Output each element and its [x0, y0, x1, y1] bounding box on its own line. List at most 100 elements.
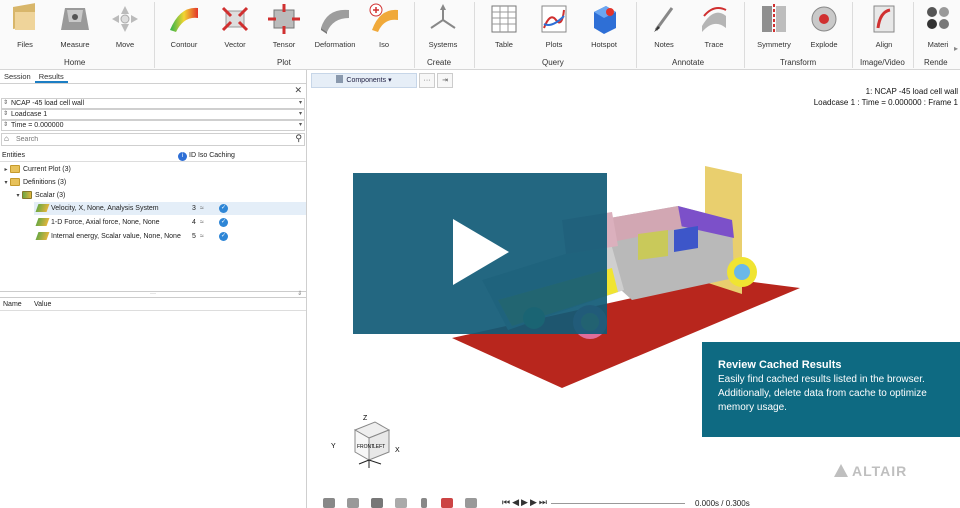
- close-icon[interactable]: ✕: [294, 85, 302, 96]
- filter-button[interactable]: ⇥: [437, 73, 453, 88]
- last-frame-icon[interactable]: ⏭: [539, 497, 549, 507]
- align-icon: [873, 5, 895, 33]
- iso-tool[interactable]: Iso: [366, 0, 402, 52]
- info-icon[interactable]: i: [178, 152, 187, 161]
- components-dropdown[interactable]: Components ▾: [311, 73, 417, 88]
- loadcase-select[interactable]: ⇕ Loadcase 1 ▾: [1, 109, 305, 120]
- result-row[interactable]: Velocity, X, None, Analysis System 3 ≈ ✓: [34, 202, 306, 215]
- group-query-label: Query: [542, 58, 564, 67]
- measure-tool[interactable]: Measure: [55, 0, 95, 52]
- probe-icon[interactable]: [421, 498, 427, 508]
- group-divider: [913, 2, 914, 68]
- section-icon[interactable]: [371, 498, 383, 508]
- result-id: 4: [192, 219, 196, 226]
- record-icon[interactable]: [441, 498, 453, 508]
- value-column: Value: [34, 301, 52, 308]
- chevron-down-icon[interactable]: ▾: [299, 121, 302, 130]
- result-row[interactable]: Internal energy, Scalar value, None, Non…: [34, 230, 306, 243]
- plots-tool[interactable]: Plots: [536, 0, 572, 52]
- table-tool[interactable]: Table: [486, 0, 522, 52]
- iso-icon[interactable]: ≈: [200, 202, 204, 215]
- search-icon[interactable]: ⚲: [295, 133, 302, 144]
- spinner-icon[interactable]: ⇕: [3, 99, 8, 108]
- time-select-value: Time = 0.000000: [11, 122, 64, 129]
- snapshot-icon[interactable]: [347, 498, 359, 508]
- align-tool[interactable]: Align: [866, 0, 902, 52]
- tree-current-plot[interactable]: ▸ Current Plot (3): [2, 163, 71, 176]
- components-icon: [336, 75, 344, 83]
- iso-icon: [369, 3, 398, 32]
- animation-icon[interactable]: [465, 498, 477, 508]
- files-tool[interactable]: Files: [10, 0, 40, 52]
- plots-icon: [541, 5, 567, 33]
- cached-check-icon[interactable]: ✓: [219, 204, 228, 213]
- iso-icon[interactable]: ≈: [200, 230, 204, 243]
- group-divider: [852, 2, 853, 68]
- more-options-button[interactable]: ···: [419, 73, 435, 88]
- result-row[interactable]: 1-D Force, Axial force, None, None 4 ≈ ✓: [34, 216, 306, 229]
- entities-column: Entities: [2, 152, 25, 159]
- iso-icon[interactable]: ≈: [200, 216, 204, 229]
- view-cube[interactable]: FRONT LEFT Z Y X: [327, 410, 417, 490]
- search-input[interactable]: [16, 135, 286, 144]
- model-select-value: NCAP -45 load cell wall: [11, 100, 85, 107]
- cached-check-icon[interactable]: ✓: [219, 218, 228, 227]
- group-create-label: Create: [427, 58, 452, 67]
- move-tool[interactable]: Move: [108, 0, 142, 52]
- explode-icon: [811, 6, 837, 32]
- chevron-down-icon[interactable]: ▾: [299, 99, 302, 108]
- panel-splitter[interactable]: ··· ⇓: [0, 291, 306, 298]
- display-icon[interactable]: [395, 498, 407, 508]
- contour-icon: [170, 7, 198, 32]
- graphics-viewport[interactable]: Components ▾ ··· ⇥ 1: NCAP -45 load cell…: [307, 70, 960, 508]
- spinner-icon[interactable]: ⇕: [3, 110, 8, 119]
- explode-tool[interactable]: Explode: [806, 0, 842, 52]
- group-divider: [636, 2, 637, 68]
- result-id: 3: [192, 205, 196, 212]
- next-frame-icon[interactable]: ▶: [530, 497, 539, 507]
- home-icon[interactable]: ⌂: [4, 134, 9, 143]
- tab-session[interactable]: Session: [0, 70, 35, 83]
- model-info: 1: NCAP -45 load cell wall Loadcase 1 : …: [814, 86, 958, 108]
- tensor-icon: [268, 4, 300, 34]
- timeline-slider[interactable]: [551, 503, 685, 504]
- play-button-icon[interactable]: ▶: [521, 497, 530, 507]
- video-play-overlay[interactable]: [353, 173, 607, 334]
- group-render-label: Rende: [924, 58, 948, 67]
- tab-results[interactable]: Results: [34, 70, 68, 83]
- tree-definitions[interactable]: ▾ Definitions (3): [2, 176, 66, 189]
- search-box: ⌂ ⚲: [1, 133, 305, 146]
- ribbon-scroll-right-icon[interactable]: ▸: [954, 44, 958, 53]
- loadcase-info: Loadcase 1 : Time = 0.000000 : Frame 1: [813, 98, 958, 107]
- play-icon[interactable]: [453, 219, 509, 285]
- cube-left-label[interactable]: LEFT: [373, 444, 385, 450]
- hotspot-tool[interactable]: Hotspot: [586, 0, 622, 52]
- vector-tool[interactable]: Vector: [217, 0, 253, 52]
- tensor-tool[interactable]: Tensor: [266, 0, 302, 52]
- feature-callout: Review Cached Results Easily find cached…: [702, 342, 960, 437]
- collapse-icon[interactable]: ▾: [14, 190, 22, 203]
- systems-tool[interactable]: Systems: [425, 0, 461, 52]
- tree-scalar[interactable]: ▾ Scalar (3): [14, 189, 65, 202]
- chevron-down-icon[interactable]: ▾: [299, 110, 302, 119]
- trace-tool[interactable]: Trace: [696, 0, 732, 52]
- group-divider: [154, 2, 155, 68]
- contour-tool[interactable]: Contour: [166, 0, 202, 52]
- group-plot-label: Plot: [277, 58, 291, 67]
- collapse-icon[interactable]: ▾: [2, 177, 10, 190]
- time-select[interactable]: ⇕ Time = 0.000000 ▾: [1, 120, 305, 131]
- spinner-icon[interactable]: ⇕: [3, 121, 8, 130]
- deformation-tool[interactable]: Deformation: [313, 0, 357, 52]
- materials-tool[interactable]: Materi: [924, 0, 952, 52]
- model-select[interactable]: ⇕ NCAP -45 load cell wall ▾: [1, 98, 305, 109]
- double-chevron-down-icon[interactable]: ⇓: [297, 291, 302, 297]
- viewport-toolbar: Components ▾ ··· ⇥: [311, 73, 453, 88]
- symmetry-tool[interactable]: Symmetry: [754, 0, 794, 52]
- cube-front-label[interactable]: FRONT: [357, 444, 374, 450]
- notes-tool[interactable]: Notes: [646, 0, 682, 52]
- view-icon[interactable]: [323, 498, 335, 508]
- first-frame-icon[interactable]: ⏮: [502, 497, 512, 507]
- results-browser: Session Results ✕ ⇕ NCAP -45 load cell w…: [0, 70, 307, 508]
- previous-frame-icon[interactable]: ◀: [512, 497, 521, 507]
- cached-check-icon[interactable]: ✓: [219, 232, 228, 241]
